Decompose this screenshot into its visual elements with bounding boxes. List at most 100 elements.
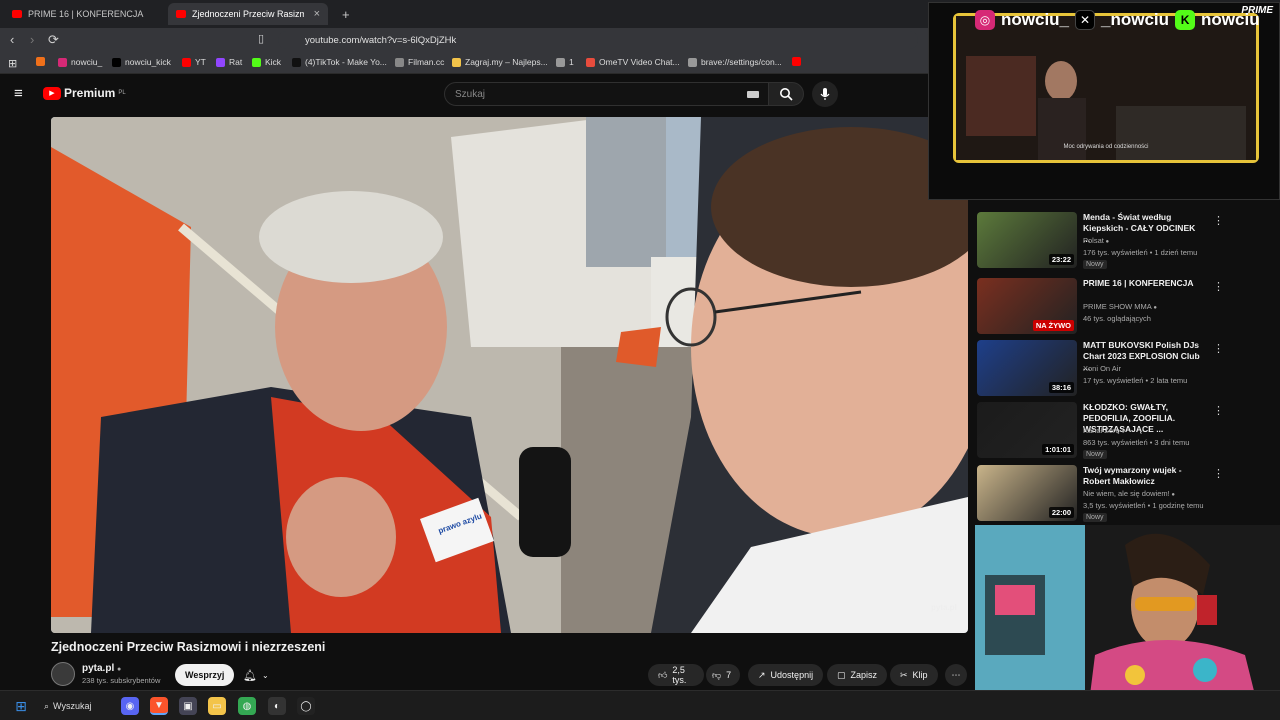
tab-label: Zjednoczeni Przeciw Rasizmo <box>192 9 304 19</box>
instagram-icon <box>58 57 67 67</box>
search-input[interactable]: Szukaj <box>444 82 770 106</box>
clip-label: Klip <box>912 670 928 680</box>
recommended-title[interactable]: PRIME 16 | KONFERENCJA <box>1083 278 1203 289</box>
apps-grid-icon[interactable]: ⊞ <box>8 57 17 70</box>
bookmark-label: Zagraj.my – Najleps... <box>465 57 548 67</box>
channel-name-text: Kanał Zero <box>1083 426 1120 435</box>
globe-icon <box>688 57 697 67</box>
share-button[interactable]: ↗ Udostępnij <box>748 664 824 686</box>
verified-icon: ● <box>1169 492 1175 498</box>
bookmark-label: (4)TikTok - Make Yo... <box>305 57 387 67</box>
bookmark-item[interactable]: nowciu_kick <box>112 57 171 67</box>
more-options-icon[interactable]: ⋮ <box>1213 280 1224 293</box>
dislike-button[interactable]: 👎︎ 7 <box>706 664 740 686</box>
obs-icon[interactable]: ◐ <box>268 697 286 715</box>
channel-name[interactable]: pyta.pl ● <box>82 663 121 674</box>
keyboard-icon[interactable] <box>747 90 759 98</box>
back-icon[interactable]: ‹ <box>10 32 14 47</box>
url-input[interactable]: youtube.com/watch?v=s-6lQxDjZHk <box>278 31 918 49</box>
bookmark-item[interactable]: nowciu_ <box>58 57 102 67</box>
recommended-video[interactable]: 23:22 Menda - Świat według Kiepskich - CA… <box>977 212 1277 270</box>
discord-icon[interactable]: ◉ <box>121 697 139 715</box>
tab-zjednoczeni[interactable]: Zjednoczeni Przeciw Rasizmo × <box>168 3 328 25</box>
video-thumbnail[interactable]: 23:22 <box>977 212 1077 268</box>
clip-button[interactable]: ✂ Klip <box>890 664 938 686</box>
brave-browser-icon[interactable]: ▼ <box>150 697 168 715</box>
channel-row: pyta.pl ● 238 tys. subskrybentów Wesprzy… <box>51 660 968 690</box>
verified-icon: ● <box>117 666 122 673</box>
new-tab-button[interactable]: + <box>334 3 354 25</box>
menu-icon[interactable]: ≡ <box>14 85 23 102</box>
notifications-button[interactable]: 🔔︎ ⌄ <box>233 664 279 686</box>
video-thumbnail[interactable]: 22:00 <box>977 465 1077 521</box>
video-duration: 1:01:01 <box>1042 444 1074 455</box>
app-icon[interactable]: ◯ <box>297 697 315 715</box>
bookmark-item[interactable]: (4)TikTok - Make Yo... <box>292 57 387 67</box>
more-options-icon[interactable]: ⋮ <box>1213 467 1224 480</box>
video-thumbnail[interactable]: NA ŻYWO <box>977 278 1077 334</box>
bookmark-label: Kick <box>265 57 282 67</box>
new-badge: Nowy <box>1083 513 1107 522</box>
recommended-video[interactable]: 1:01:01 KŁODZKO: GWAŁTY, PEDOFILIA, ZOOFI… <box>977 402 1277 460</box>
bookmark-item[interactable]: brave://settings/con... <box>688 57 782 67</box>
channel-name-text: Polsat <box>1083 236 1104 245</box>
voice-search-button[interactable] <box>812 81 838 107</box>
taskbar-search[interactable]: ⌕ Wyszukaj <box>44 697 114 715</box>
more-options-icon[interactable]: ⋮ <box>1213 404 1224 417</box>
recommended-video[interactable]: 22:00 Twój wymarzony wujek - Robert Makło… <box>977 465 1277 523</box>
recommended-channel[interactable]: PRIME SHOW MMA ● <box>1083 302 1157 311</box>
more-options-icon[interactable]: ⋮ <box>1213 214 1224 227</box>
video-thumbnail[interactable]: 38:16 <box>977 340 1077 396</box>
tiktok-icon <box>292 57 301 67</box>
recommended-channel[interactable]: Polsat ● <box>1083 236 1109 245</box>
webcam-scene <box>975 525 1280 695</box>
instagram-icon: ◎ <box>975 10 995 30</box>
bookmark-icon[interactable]: ▯ <box>258 32 264 45</box>
more-actions-button[interactable]: ⋯ <box>945 664 967 686</box>
search-button[interactable] <box>768 82 804 106</box>
recommended-video[interactable]: 38:16 MATT BUKOVSKI Polish DJs Chart 2023… <box>977 340 1277 398</box>
video-thumbnail[interactable]: 1:01:01 <box>977 402 1077 458</box>
recommended-channel[interactable]: Kanał Zero ● <box>1083 426 1125 435</box>
address-bar-row: ‹ › ⟳ ▯ youtube.com/watch?v=s-6lQxDjZHk <box>0 28 930 52</box>
bookmark-item[interactable]: YT <box>182 57 206 67</box>
recommended-video[interactable]: NA ŻYWO PRIME 16 | KONFERENCJA PRIME SHOW … <box>977 278 1277 336</box>
channel-avatar[interactable] <box>51 662 75 686</box>
recommended-title[interactable]: Twój wymarzony wujek - Robert Makłowicz <box>1083 465 1203 487</box>
support-button[interactable]: Wesprzyj <box>175 664 235 686</box>
like-count: 2,5 tys. <box>672 665 687 685</box>
like-button[interactable]: 👍︎ 2,5 tys. <box>648 664 704 686</box>
video-player[interactable]: prawo azylu pyta.pl <box>51 117 968 633</box>
bookmark-item[interactable]: OmeTV Video Chat... <box>586 57 680 67</box>
more-options-icon[interactable]: ⋮ <box>1213 342 1224 355</box>
filman-icon <box>395 57 404 67</box>
windows-start-icon[interactable]: ⊞ <box>12 697 30 715</box>
save-icon: ▢ <box>837 669 846 680</box>
bookmark-item[interactable]: Kick <box>252 57 281 67</box>
bookmark-item[interactable] <box>36 57 45 66</box>
bookmark-item[interactable]: Zagraj.my – Najleps... <box>452 57 548 67</box>
share-icon: ↗ <box>758 669 766 680</box>
recommended-channel[interactable]: Xoni On Air <box>1083 364 1121 373</box>
support-label: Wesprzyj <box>185 670 225 680</box>
tab-prime-konferencja[interactable]: PRIME 16 | KONFERENCJA <box>4 3 164 25</box>
ometv-icon <box>586 57 595 67</box>
bookmark-item[interactable]: Filman.cc <box>395 57 444 67</box>
bookmark-item[interactable]: Rat <box>216 57 242 67</box>
app-icon[interactable]: ▣ <box>179 697 197 715</box>
stream-overlay: Moc odrywania od codzienności ◎ nowciu_ … <box>928 2 1280 200</box>
recommended-channel[interactable]: Nie wiem, ale się dowiem! ● <box>1083 489 1175 498</box>
bookmark-item[interactable] <box>792 57 801 66</box>
bell-icon: 🔔︎ <box>243 669 257 682</box>
youtube-tab-icon <box>176 10 186 18</box>
forward-icon[interactable]: › <box>30 32 34 47</box>
reload-icon[interactable]: ⟳ <box>48 32 59 48</box>
youtube-logo[interactable]: ▶ Premium PL <box>43 86 126 100</box>
close-icon[interactable]: × <box>314 8 320 20</box>
verified-icon: ● <box>1103 239 1110 245</box>
recommended-stats: 176 tys. wyświetleń • 1 dzień temu <box>1083 248 1198 257</box>
save-button[interactable]: ▢ Zapisz <box>827 664 888 686</box>
file-explorer-icon[interactable]: ▭ <box>208 697 226 715</box>
chrome-icon[interactable]: ◍ <box>238 697 256 715</box>
bookmark-item[interactable]: 1 <box>556 57 574 67</box>
